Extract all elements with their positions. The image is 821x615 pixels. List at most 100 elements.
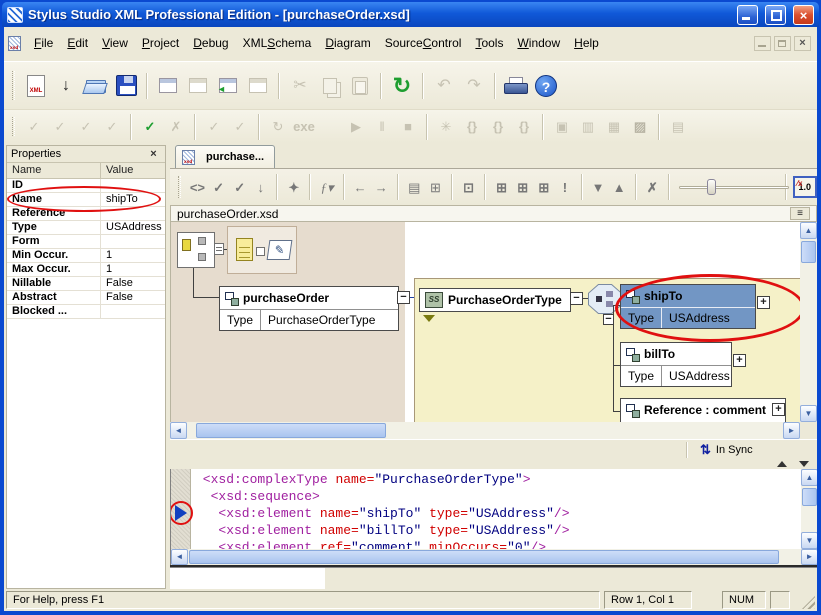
expand-box[interactable] <box>772 403 785 416</box>
property-row-reference[interactable]: Reference <box>7 207 165 221</box>
toolbar-grip[interactable] <box>12 117 15 137</box>
element-node-purchaseorder[interactable]: purchaseOrder Type PurchaseOrderType <box>219 286 399 331</box>
validate-schema[interactable]: ✓ <box>229 175 250 199</box>
new-window[interactable] <box>153 71 183 101</box>
function-menu[interactable]: ƒ▾ <box>316 175 337 199</box>
preview-wand[interactable]: ✦ <box>283 175 304 199</box>
property-row-blocked[interactable]: Blocked ... <box>7 305 165 319</box>
scroll-up-button[interactable]: ▲ <box>801 469 817 486</box>
schema-root-connector[interactable] <box>214 243 224 255</box>
collapse-box[interactable] <box>397 291 410 304</box>
scroll-thumb[interactable] <box>189 550 779 564</box>
column-value[interactable]: Value <box>101 163 165 178</box>
expand-down[interactable]: ▼ <box>588 175 609 199</box>
scroll-right-button[interactable]: ► <box>801 549 817 565</box>
new-document-dropdown[interactable]: ↓ <box>51 71 81 101</box>
menu-help[interactable]: Help <box>567 34 606 52</box>
show-documentation[interactable]: ▤ <box>404 175 425 199</box>
add-attribute[interactable]: ⊞ <box>512 175 533 199</box>
window-next[interactable] <box>213 71 243 101</box>
column-name[interactable]: Name <box>7 163 101 178</box>
scroll-right-button[interactable]: ► <box>783 422 800 439</box>
documentation-icon[interactable] <box>236 238 253 261</box>
new-xml-document[interactable]: XML <box>21 71 51 101</box>
menu-diagram[interactable]: Diagram <box>318 34 377 52</box>
expand-triangle-icon[interactable] <box>423 315 435 322</box>
resize-grip[interactable] <box>802 596 815 609</box>
collapse-diagram[interactable]: ⊡ <box>458 175 479 199</box>
toolbar-grip[interactable] <box>12 71 15 99</box>
scroll-left-button[interactable]: ◄ <box>170 422 187 439</box>
scroll-down-button[interactable]: ▼ <box>801 532 817 549</box>
text-view[interactable]: <> <box>187 175 208 199</box>
pane-splitter[interactable] <box>170 459 817 469</box>
property-row-abstract[interactable]: AbstractFalse <box>7 291 165 305</box>
validate-document[interactable]: ✓ <box>208 175 229 199</box>
save[interactable] <box>111 71 141 101</box>
code-horizontal-scrollbar[interactable]: ◄ ► <box>171 549 817 565</box>
element-node-shipto[interactable]: shipTo Type USAddress <box>620 284 756 329</box>
properties-close-button[interactable]: × <box>146 148 161 161</box>
menu-project[interactable]: Project <box>135 34 186 52</box>
schema-settings[interactable]: ▨ <box>627 115 653 139</box>
scroll-thumb[interactable] <box>801 241 816 263</box>
complextype-node-purchaseordertype[interactable]: SS PurchaseOrderType <box>419 288 571 312</box>
pane-menu-button[interactable]: ≡ <box>790 207 810 220</box>
property-row-form[interactable]: Form <box>7 235 165 249</box>
toolbar-grip[interactable] <box>178 176 181 198</box>
menu-sourcecontrol[interactable]: SourceControl <box>378 34 469 52</box>
property-row-nillable[interactable]: NillableFalse <box>7 277 165 291</box>
maximize-button[interactable] <box>765 5 786 25</box>
add-type[interactable]: ⊞ <box>533 175 554 199</box>
xml-source-editor[interactable]: <xsd:complexType name="PurchaseOrderType… <box>170 469 817 565</box>
delete-node[interactable]: ✗ <box>642 175 663 199</box>
element-node-billto[interactable]: billTo Type USAddress <box>620 342 732 387</box>
expand-box[interactable] <box>757 296 770 309</box>
element-node-comment-reference[interactable]: Reference : comment <box>620 398 786 422</box>
collapse-up-button[interactable] <box>777 461 787 467</box>
export-image[interactable]: ↓ <box>250 175 271 199</box>
toggle-required[interactable]: ! <box>554 175 575 199</box>
minimize-button[interactable] <box>737 5 758 25</box>
zoom-level[interactable]: 1.0 <box>792 175 817 199</box>
diagram-horizontal-scrollbar[interactable]: ◄ ► <box>170 422 800 439</box>
menu-tools[interactable]: Tools <box>468 34 510 52</box>
print[interactable] <box>501 71 531 101</box>
scroll-down-button[interactable]: ▼ <box>800 405 817 422</box>
collapse-box[interactable] <box>570 292 583 305</box>
open-file[interactable] <box>81 71 111 101</box>
scroll-thumb[interactable] <box>802 488 817 506</box>
tab-purchaseorder-xsd[interactable]: purchase... <box>175 145 275 168</box>
property-row-max-occur[interactable]: Max Occur.1 <box>7 263 165 277</box>
add-checked-document[interactable]: ✓ <box>137 115 163 139</box>
schema-root-node[interactable] <box>177 232 215 268</box>
property-row-id[interactable]: ID <box>7 179 165 193</box>
menu-window[interactable]: Window <box>510 34 567 52</box>
annotation-group[interactable]: ✎ <box>227 226 297 274</box>
code-vertical-scrollbar[interactable]: ▲ ▼ <box>801 469 817 549</box>
help[interactable]: ? <box>531 71 561 101</box>
menu-debug[interactable]: Debug <box>186 34 235 52</box>
schema-diagram-canvas[interactable]: ✎ purchaseOrder Type PurchaseOrderType <box>170 222 800 422</box>
diagram-vertical-scrollbar[interactable]: ▲ ▼ <box>800 222 817 422</box>
close-button[interactable]: × <box>793 5 814 25</box>
mdi-close-button[interactable]: × <box>794 36 811 51</box>
collapse-down-button[interactable] <box>799 461 809 467</box>
property-row-name[interactable]: NameshipTo <box>7 193 165 207</box>
refresh[interactable]: ↻ <box>387 71 417 101</box>
scroll-left-button[interactable]: ◄ <box>171 549 188 565</box>
expand-box[interactable] <box>733 354 746 367</box>
menu-file[interactable]: File <box>27 34 60 52</box>
zoom-slider[interactable] <box>675 175 781 199</box>
mdi-minimize-button[interactable] <box>754 36 771 51</box>
add-element[interactable]: ⊞ <box>491 175 512 199</box>
property-row-type[interactable]: TypeUSAddress <box>7 221 165 235</box>
scroll-up-button[interactable]: ▲ <box>800 222 817 239</box>
menu-edit[interactable]: Edit <box>60 34 95 52</box>
menu-xmlschema[interactable]: XMLSchema <box>236 34 319 52</box>
menu-view[interactable]: View <box>95 34 135 52</box>
show-substitutions[interactable]: ⊞ <box>425 175 446 199</box>
property-row-min-occur[interactable]: Min Occur.1 <box>7 249 165 263</box>
title-bar[interactable]: Stylus Studio XML Professional Edition -… <box>2 2 819 27</box>
annotation-book-icon[interactable]: ✎ <box>267 240 293 260</box>
